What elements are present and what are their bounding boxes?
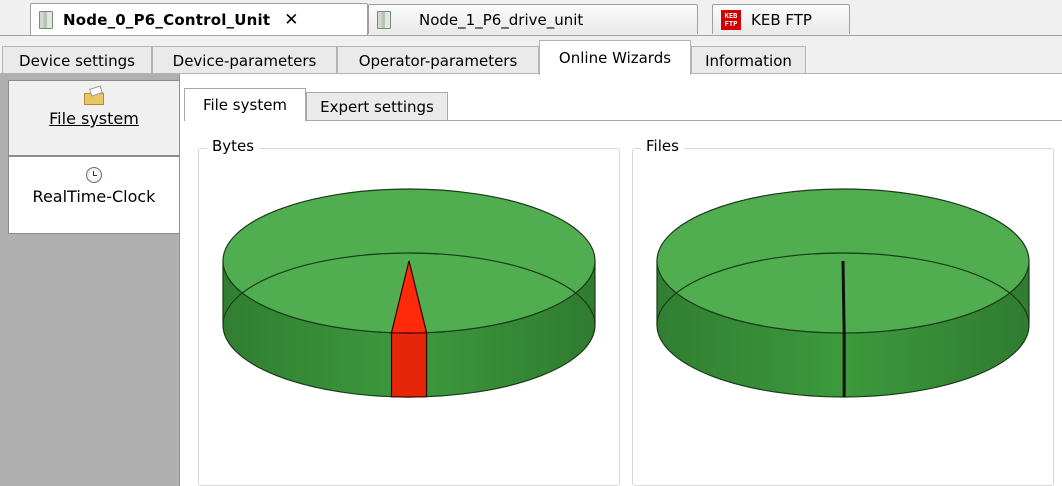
settings-tab-bar: Device settings Device-parameters Operat… [0,36,1062,75]
keb-icon-text-top: KEB [724,11,738,20]
tab-online-wizards[interactable]: Online Wizards [539,40,691,75]
keb-icon-text-bottom: FTP [724,19,738,28]
doc-tab-divider [0,35,1062,36]
keb-ftp-icon: KEB FTP [721,9,741,30]
content-panel: File system Expert settings Bytes Files [180,74,1062,486]
bytes-pie-chart [222,188,596,398]
doc-tab-title: KEB FTP [751,10,812,29]
nav-item-label: File system [49,109,139,128]
sub-tab-bar: File system Expert settings [180,74,1062,122]
tab-information[interactable]: Information [691,46,806,74]
tab-expert-settings[interactable]: Expert settings [306,92,448,121]
doc-tab-node-0[interactable]: Node_0_P6_Control_Unit ✕ [30,3,368,35]
files-group: Files [632,137,1054,486]
tab-device-settings[interactable]: Device settings [2,46,152,74]
bytes-group: Bytes [198,137,620,486]
doc-tab-node-1[interactable]: Node_1_P6_drive_unit [368,4,698,34]
close-icon[interactable]: ✕ [284,10,298,30]
tab-file-system[interactable]: File system [184,88,306,121]
doc-tab-title: Node_1_P6_drive_unit [419,10,584,29]
pie-slice-front [390,332,428,398]
pie-slice-line [841,260,846,334]
device-icon [39,10,53,29]
device-icon [377,10,391,29]
tab-operator-parameters[interactable]: Operator-parameters [337,46,539,74]
wizard-nav: File system RealTime-Clock [0,74,180,486]
nav-item-realtime-clock[interactable]: RealTime-Clock [8,156,179,234]
folder-edit-icon [84,89,104,105]
nav-item-label: RealTime-Clock [32,187,156,206]
files-pie-chart [656,188,1030,398]
clock-icon [86,167,102,183]
sub-tab-divider [184,120,1062,121]
nav-item-file-system[interactable]: File system [8,80,179,156]
settings-tab-divider [0,73,1062,74]
tab-device-parameters[interactable]: Device-parameters [152,46,337,74]
doc-tab-keb-ftp[interactable]: KEB FTP KEB FTP [712,4,850,34]
document-tab-bar: Node_0_P6_Control_Unit ✕ Node_1_P6_drive… [0,0,1062,36]
doc-tab-title: Node_0_P6_Control_Unit [63,10,271,29]
